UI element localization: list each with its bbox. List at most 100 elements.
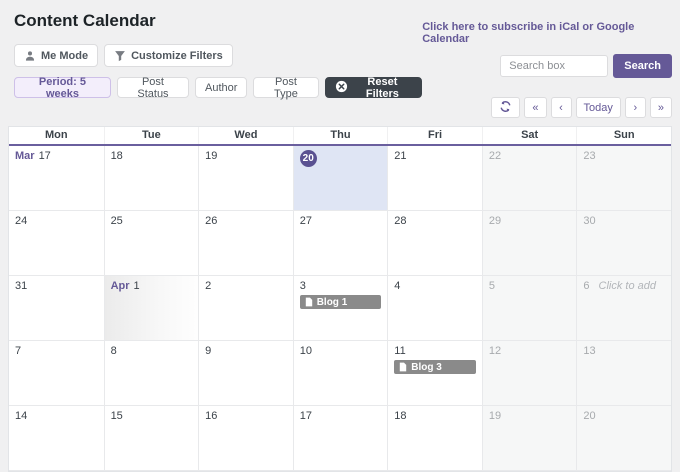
day-cell-header: 17 (300, 410, 382, 422)
calendar-day-cell[interactable]: 28 (387, 211, 482, 276)
calendar-day-cell[interactable]: 20 (293, 146, 388, 211)
day-cell-header: 31 (15, 280, 98, 292)
today-button[interactable]: Today (576, 97, 621, 118)
top-left-column: Content Calendar Me Mode Customize Filte… (14, 0, 422, 98)
me-mode-button[interactable]: Me Mode (14, 44, 98, 67)
day-number: 31 (15, 280, 27, 292)
calendar-day-cell[interactable]: 31 (9, 276, 104, 341)
calendar-day-cell[interactable]: 8 (104, 341, 199, 406)
search-input[interactable] (500, 55, 608, 77)
calendar-day-cell[interactable]: 6Click to add (576, 276, 671, 341)
day-cell-header: 2 (205, 280, 287, 292)
prev-page-button[interactable]: ‹ (551, 97, 572, 118)
day-number: 12 (489, 345, 501, 357)
author-filter-chip[interactable]: Author (195, 77, 247, 98)
calendar-week-row: 14 1516 17 18 19 20 (9, 406, 671, 471)
user-icon (24, 50, 36, 62)
calendar-day-cell[interactable]: 19 (482, 406, 577, 471)
post-type-filter-chip[interactable]: Post Type (253, 77, 318, 98)
mode-toolbar: Me Mode Customize Filters (14, 44, 233, 67)
day-number: 29 (489, 215, 501, 227)
day-cell-header: 5 (489, 280, 571, 292)
day-number: 13 (583, 345, 595, 357)
customize-filters-label: Customize Filters (131, 50, 223, 62)
first-page-button[interactable]: « (524, 97, 546, 118)
weekday-header: Sat (482, 127, 577, 144)
search-button[interactable]: Search (613, 54, 672, 78)
day-number: 5 (489, 280, 495, 292)
calendar-day-cell[interactable]: 20 (576, 406, 671, 471)
calendar-day-cell[interactable]: 23 (576, 146, 671, 211)
calendar-grid: MonTueWedThuFriSatSun Mar171819202122232… (8, 126, 672, 472)
calendar-day-cell[interactable]: 3 Blog 1 (293, 276, 388, 341)
calendar-day-cell[interactable]: 15 (104, 406, 199, 471)
calendar-day-cell[interactable]: 21 (387, 146, 482, 211)
sync-icon (499, 100, 512, 116)
day-cell-header: 26 (205, 215, 287, 227)
day-number: 7 (15, 345, 21, 357)
refresh-button[interactable] (491, 97, 520, 118)
calendar-day-cell[interactable]: 13 (576, 341, 671, 406)
day-number: 17 (39, 150, 51, 162)
calendar-day-cell[interactable]: 14 (9, 406, 104, 471)
day-number: 20 (583, 410, 595, 422)
day-number: 28 (394, 215, 406, 227)
post-event-bar[interactable]: Blog 3 (394, 360, 476, 374)
calendar-day-cell[interactable]: Mar17 (9, 146, 104, 211)
calendar-day-cell[interactable]: 11Blog 3 (387, 341, 482, 406)
next-page-button[interactable]: › (625, 97, 646, 118)
calendar-day-cell[interactable]: 26 (198, 211, 293, 276)
calendar-day-cell[interactable]: 25 (104, 211, 199, 276)
post-title: Blog 3 (411, 362, 442, 373)
day-number: 23 (583, 150, 595, 162)
calendar-day-cell[interactable]: 24 (9, 211, 104, 276)
click-to-add-hint[interactable]: Click to add (599, 280, 656, 292)
post-event-bar[interactable]: Blog 1 (300, 295, 382, 309)
weekday-header: Sun (576, 127, 671, 144)
calendar-day-cell[interactable]: 10 (293, 341, 388, 406)
calendar-day-cell[interactable]: 9 (198, 341, 293, 406)
calendar-day-cell[interactable]: 18 (387, 406, 482, 471)
calendar-day-cell[interactable]: 16 (198, 406, 293, 471)
weekday-header: Wed (198, 127, 293, 144)
weekday-header: Fri (387, 127, 482, 144)
last-page-button[interactable]: » (650, 97, 672, 118)
customize-filters-button[interactable]: Customize Filters (104, 44, 233, 67)
calendar-day-cell[interactable]: Apr1 (104, 276, 199, 341)
day-cell-header: 20 (300, 150, 382, 167)
calendar-day-cell[interactable]: 4 (387, 276, 482, 341)
calendar-day-cell[interactable]: 2 (198, 276, 293, 341)
day-cell-header: 14 (15, 410, 98, 422)
day-cell-header: 10 (300, 345, 382, 357)
day-cell-header: 29 (489, 215, 571, 227)
day-number: 26 (205, 215, 217, 227)
period-filter-chip[interactable]: Period: 5 weeks (14, 77, 111, 98)
day-cell-header: 22 (489, 150, 571, 162)
day-cell-header: 19 (205, 150, 287, 162)
calendar-day-cell[interactable]: 5 (482, 276, 577, 341)
calendar-day-cell[interactable]: 22 (482, 146, 577, 211)
day-cell-header: 25 (111, 215, 193, 227)
day-cell-header: 3 (300, 280, 382, 292)
day-number: 18 (394, 410, 406, 422)
day-cell-header: 13 (583, 345, 665, 357)
day-cell-header: 4 (394, 280, 476, 292)
calendar-day-cell[interactable]: 27 (293, 211, 388, 276)
day-cell-header: 6Click to add (583, 280, 665, 292)
post-status-filter-chip[interactable]: Post Status (117, 77, 189, 98)
calendar-day-cell[interactable]: 19 (198, 146, 293, 211)
day-number: 2 (205, 280, 211, 292)
reset-filters-button[interactable]: Reset Filters (325, 77, 423, 98)
calendar-week-row: 31 Apr1 2 3 Blog 1 4 5 6Click to add (9, 276, 671, 341)
calendar-day-cell[interactable]: 7 (9, 341, 104, 406)
calendar-day-cell[interactable]: 17 (293, 406, 388, 471)
day-cell-header: 20 (583, 410, 665, 422)
subscribe-link[interactable]: Click here to subscribe in iCal or Googl… (422, 21, 672, 45)
calendar-day-cell[interactable]: 12 (482, 341, 577, 406)
calendar-day-cell[interactable]: 29 (482, 211, 577, 276)
day-number: 25 (111, 215, 123, 227)
calendar-day-cell[interactable]: 30 (576, 211, 671, 276)
calendar-day-cell[interactable]: 18 (104, 146, 199, 211)
day-number: 27 (300, 215, 312, 227)
day-number: 24 (15, 215, 27, 227)
